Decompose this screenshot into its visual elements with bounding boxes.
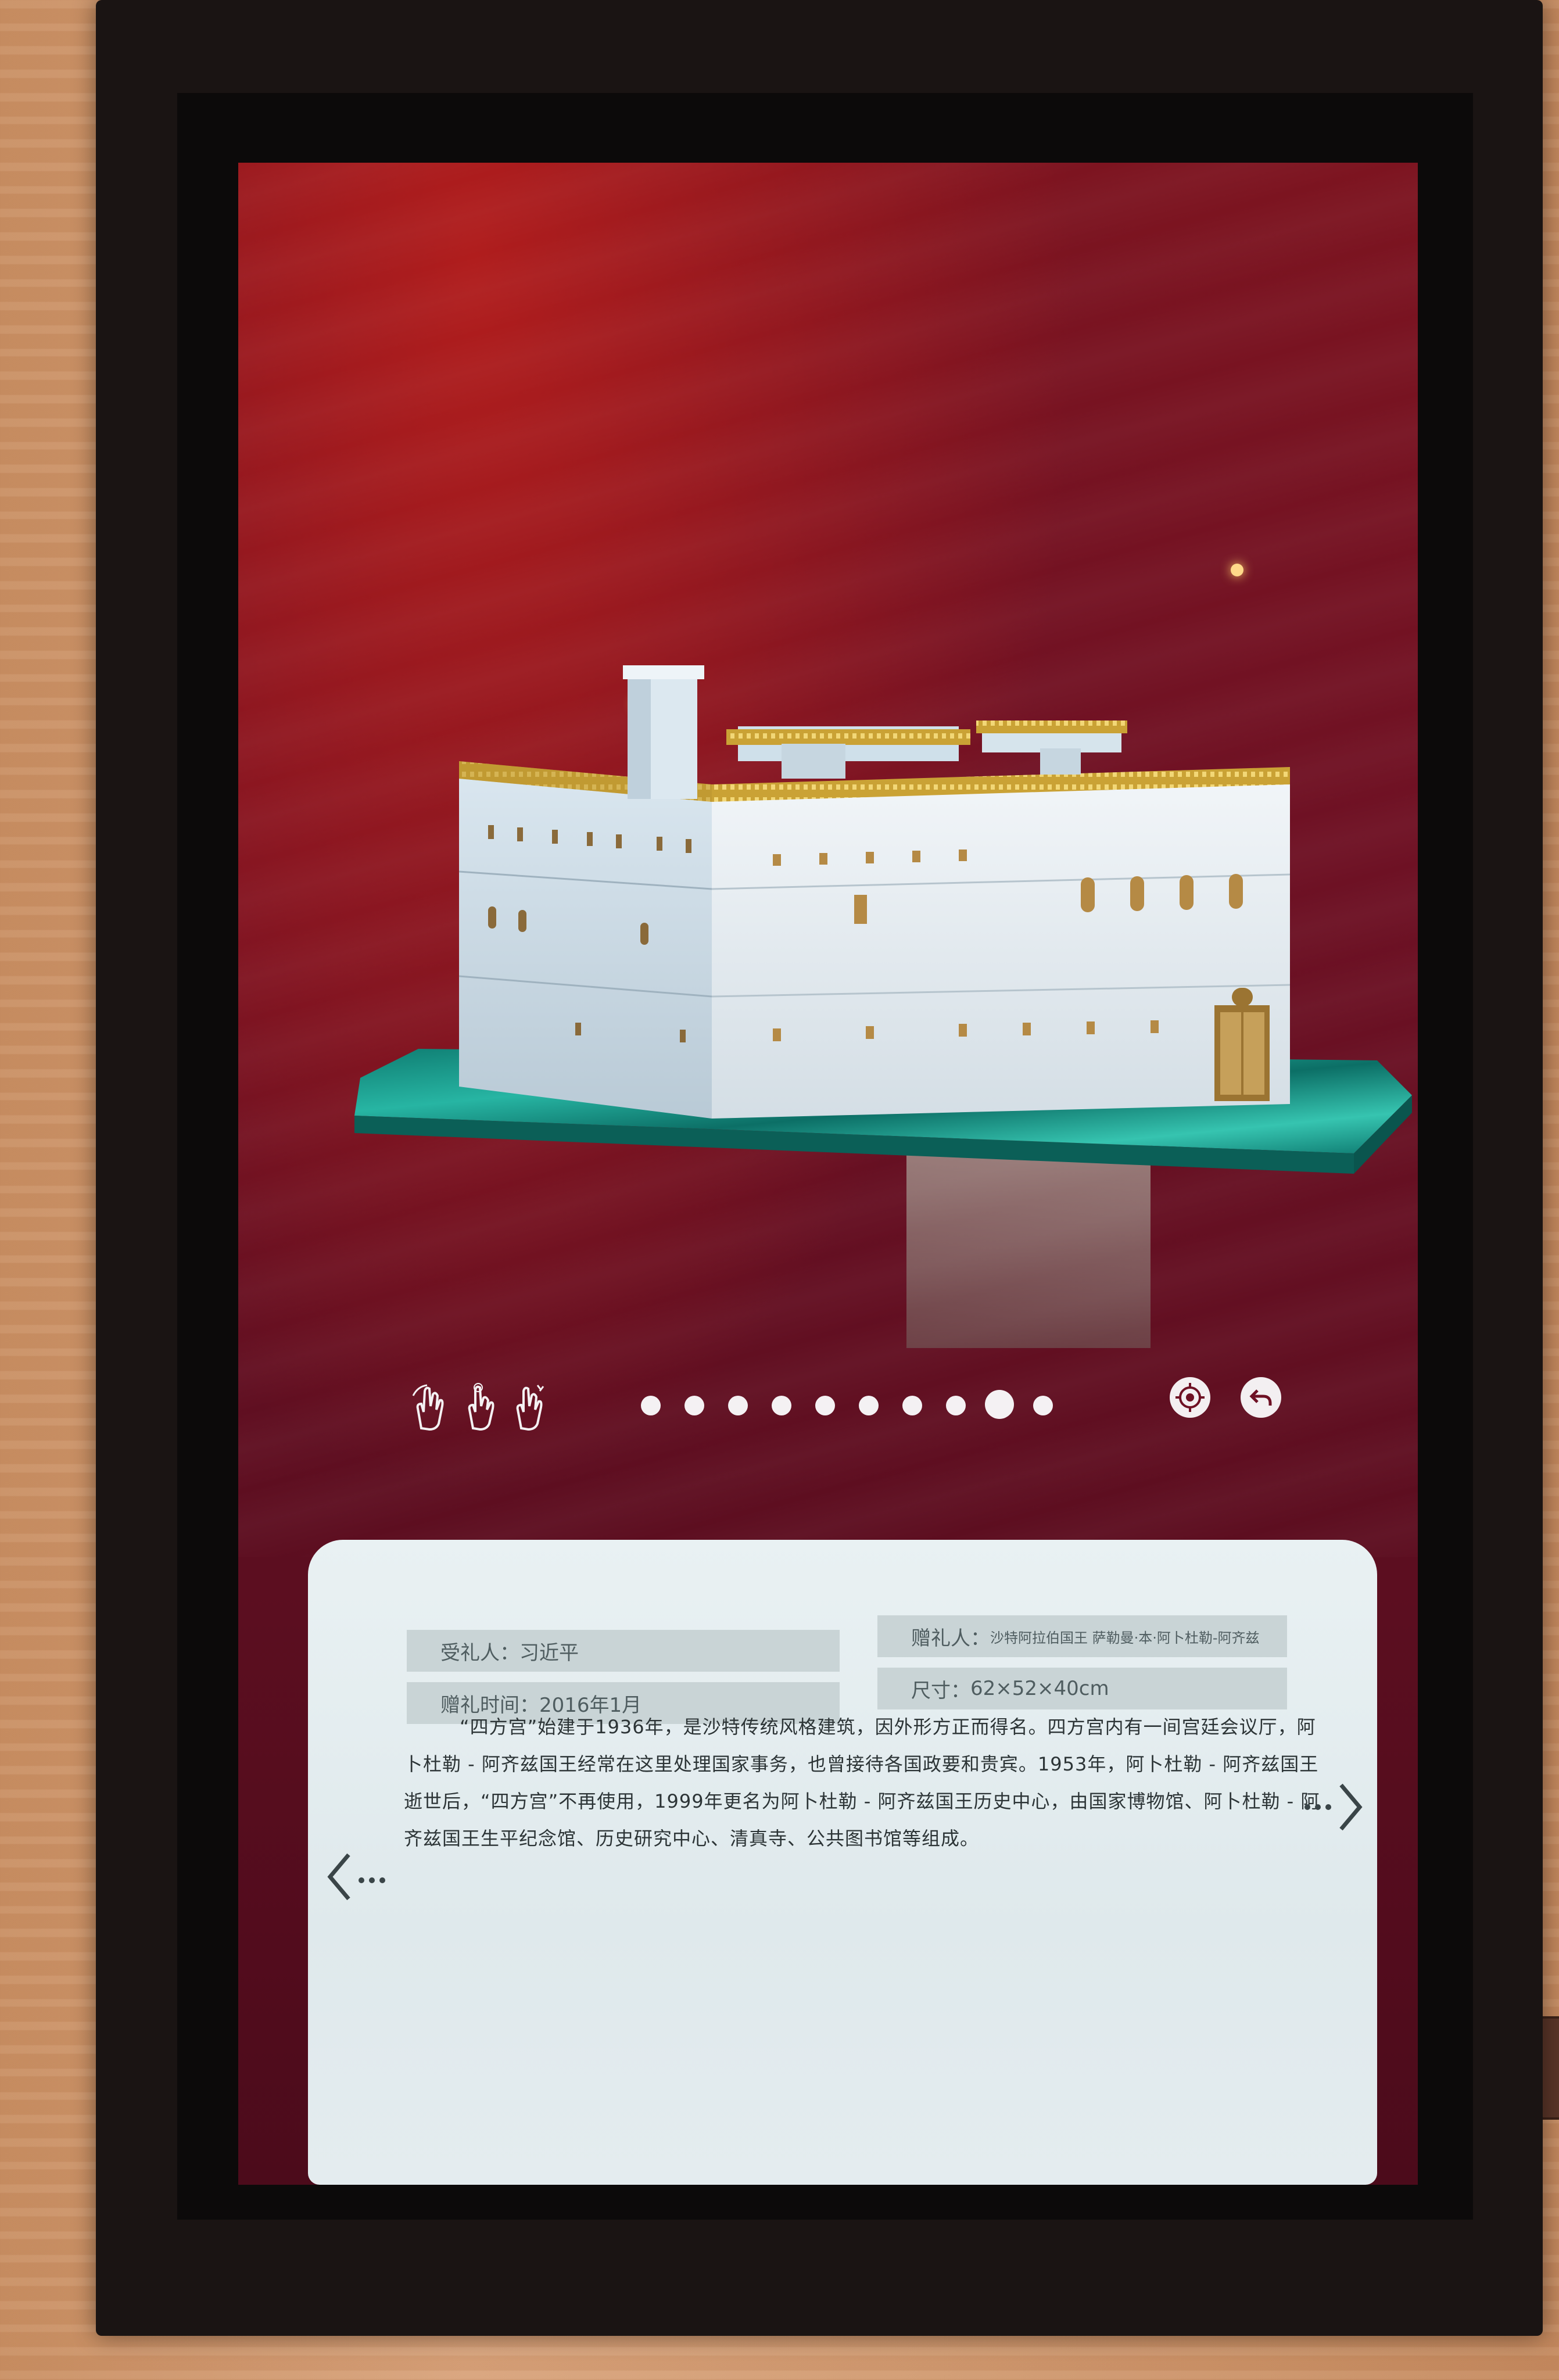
hand-pinch-icon[interactable] bbox=[508, 1383, 548, 1432]
size-label: 尺寸： bbox=[911, 1679, 970, 1702]
reset-view-button[interactable] bbox=[1170, 1377, 1210, 1418]
hand-tap-icon[interactable] bbox=[459, 1383, 499, 1432]
reset-view-icon bbox=[1175, 1383, 1205, 1412]
palace-3d-model[interactable] bbox=[354, 529, 1412, 1296]
page-dot[interactable] bbox=[1033, 1396, 1053, 1415]
recipient-label: 受礼人： bbox=[440, 1641, 519, 1665]
page-dot[interactable] bbox=[772, 1396, 791, 1415]
page-dot[interactable] bbox=[728, 1396, 748, 1415]
page-dot[interactable] bbox=[684, 1396, 704, 1415]
page-dot[interactable] bbox=[902, 1396, 922, 1415]
page-dot[interactable] bbox=[946, 1396, 966, 1415]
next-arrow-icon[interactable] bbox=[1302, 1778, 1366, 1836]
prev-arrow-icon[interactable] bbox=[325, 1848, 389, 1906]
touch-screen: 受礼人： 习近平 赠礼人： 沙特阿拉伯国王 萨勒曼·本·阿卜杜勒-阿齐兹 赠礼时… bbox=[238, 163, 1418, 2185]
page-dot[interactable] bbox=[641, 1396, 661, 1415]
hand-rotate-icon[interactable] bbox=[410, 1383, 449, 1432]
page-dot[interactable] bbox=[985, 1390, 1014, 1419]
giver-field: 赠礼人： 沙特阿拉伯国王 萨勒曼·本·阿卜杜勒-阿齐兹 bbox=[877, 1615, 1287, 1657]
recipient-field: 受礼人： 习近平 bbox=[407, 1630, 840, 1672]
size-field: 尺寸： 62×52×40cm bbox=[877, 1668, 1287, 1709]
recipient-value: 习近平 bbox=[519, 1641, 579, 1665]
page-dot[interactable] bbox=[815, 1396, 835, 1415]
back-button[interactable] bbox=[1241, 1377, 1281, 1418]
giver-value: 沙特阿拉伯国王 萨勒曼·本·阿卜杜勒-阿齐兹 bbox=[990, 1629, 1260, 1646]
info-panel: 受礼人： 习近平 赠礼人： 沙特阿拉伯国王 萨勒曼·本·阿卜杜勒-阿齐兹 赠礼时… bbox=[308, 1540, 1377, 2185]
back-icon bbox=[1249, 1389, 1272, 1406]
description-text: “四方宫”始建于1936年，是沙特传统风格建筑，因外形方正而得名。四方宫内有一间… bbox=[404, 1716, 1320, 1849]
page-dot[interactable] bbox=[859, 1396, 879, 1415]
size-value: 62×52×40cm bbox=[970, 1677, 1109, 1700]
controls-bar bbox=[238, 1360, 1418, 1458]
giver-label: 赠礼人： bbox=[911, 1626, 990, 1650]
